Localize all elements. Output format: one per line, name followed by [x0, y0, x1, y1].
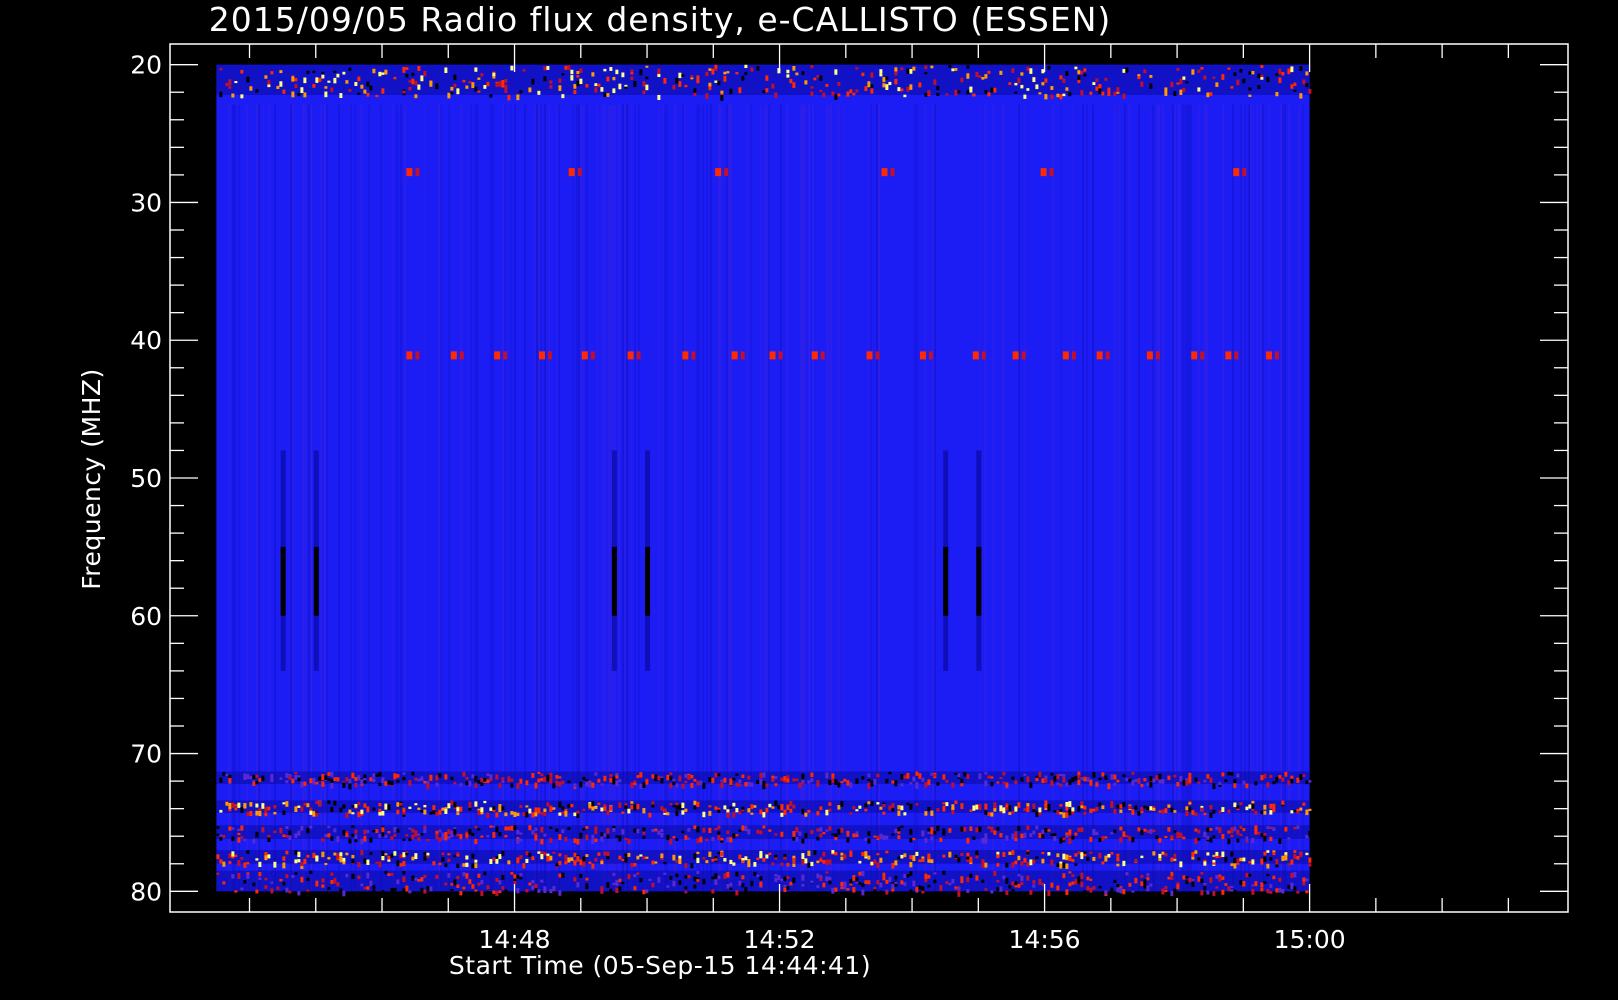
spectrogram-background: [216, 64, 1310, 892]
x-axis-label: Start Time (05-Sep-15 14:44:41): [449, 951, 871, 980]
x-tick-label: 15:00: [1274, 925, 1346, 954]
y-tick-label: 40: [130, 326, 162, 355]
x-tick-label: 14:56: [1009, 925, 1081, 954]
y-tick-label: 20: [130, 51, 162, 80]
y-axis-label: Frequency (MHZ): [77, 368, 106, 590]
x-tick-label: 14:48: [479, 925, 551, 954]
y-tick-label: 60: [130, 602, 162, 631]
spectrogram-image: [216, 64, 1312, 897]
x-tick-label: 14:52: [744, 925, 816, 954]
y-tick-label: 30: [130, 188, 162, 217]
chart-title: 2015/09/05 Radio flux density, e-CALLIST…: [209, 0, 1112, 39]
feature-band-5: [216, 870, 1310, 897]
y-tick-label: 50: [130, 464, 162, 493]
spectrogram-chart: 20 30 40 50 60 70 80 14:48 14:52 14:56 15:00 2015/…: [77, 0, 1569, 980]
y-tick-label: 80: [130, 877, 162, 906]
y-tick-label: 70: [130, 740, 162, 769]
